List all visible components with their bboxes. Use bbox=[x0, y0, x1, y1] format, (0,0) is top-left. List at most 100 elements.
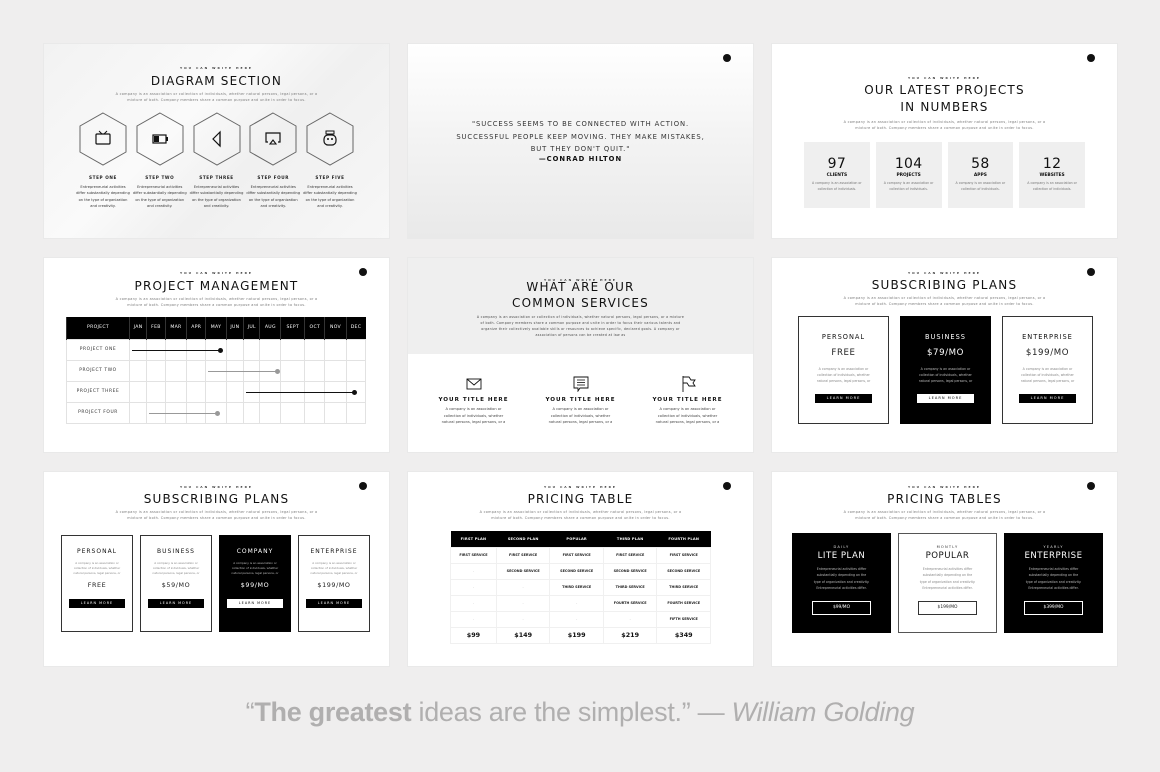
learn-more-button[interactable]: LEARN MORE bbox=[1019, 394, 1076, 403]
learn-more-button[interactable]: LEARN MORE bbox=[815, 394, 872, 403]
slide-subscribing-plans-3[interactable]: YOU CAN WRITE HERE SUBSCRIBING PLANS A c… bbox=[772, 258, 1117, 452]
gantt-cell bbox=[324, 359, 347, 382]
stat-desc: A company is an association or collectio… bbox=[955, 181, 1006, 191]
plan-row: PERSONAL A company is an association or … bbox=[61, 535, 370, 632]
pricing-price: $199 bbox=[549, 626, 604, 644]
gantt-cell bbox=[280, 359, 306, 382]
step-item: STEP FOUR Entrepreneurial activities dif… bbox=[246, 112, 301, 210]
plan-price: FREE bbox=[87, 581, 107, 590]
plan-price: FREE bbox=[831, 348, 856, 358]
slide-kicker: YOU CAN WRITE HERE bbox=[544, 485, 617, 489]
gantt-cell bbox=[128, 359, 148, 382]
plan-card-enterprise: ENTERPRISE A company is an association o… bbox=[298, 535, 370, 632]
pricing-cell: FIFTH SERVICE bbox=[656, 610, 711, 628]
slide-logo-dot bbox=[1087, 482, 1095, 490]
stat-label: APPS bbox=[973, 173, 987, 178]
gantt-cell bbox=[304, 401, 326, 424]
pricing-column-header: POPULAR bbox=[549, 531, 604, 547]
slide-title: SUBSCRIBING PLANS bbox=[871, 278, 1018, 292]
gantt-cell bbox=[259, 338, 282, 361]
gantt-cell bbox=[243, 359, 261, 382]
pricing-cell: THIRD SERVICE bbox=[656, 578, 711, 596]
pricing-cell: - bbox=[450, 562, 497, 580]
gantt-cell bbox=[146, 380, 166, 403]
step-item: STEP TWO Entrepreneurial activities diff… bbox=[133, 112, 187, 210]
slide-blurb: A company is an association or collectio… bbox=[115, 297, 318, 307]
slide-blurb: A company is an association or collectio… bbox=[115, 92, 318, 102]
gantt-row: PROJECT TWO bbox=[66, 359, 366, 382]
flag-icon bbox=[682, 376, 696, 392]
learn-more-button[interactable]: LEARN MORE bbox=[917, 394, 974, 403]
plan-name: PERSONAL bbox=[76, 548, 118, 555]
gantt-cell bbox=[345, 338, 366, 361]
slide-title-line2: IN NUMBERS bbox=[900, 100, 989, 114]
gantt-month-header: NOV bbox=[324, 317, 346, 339]
stat-label: PROJECTS bbox=[896, 173, 921, 178]
robot-icon bbox=[323, 130, 337, 146]
slide-common-services[interactable]: YOU CAN WRITE HERE WHAT ARE OUR COMMON S… bbox=[408, 258, 753, 452]
plan-card-enterprise: YEARLY ENTERPRISE Entrepreneurial activi… bbox=[1004, 533, 1103, 633]
service-desc: A company is an association or collectio… bbox=[441, 407, 506, 424]
gantt-month-header: JUL bbox=[243, 317, 260, 339]
slide-latest-projects[interactable]: YOU CAN WRITE HERE OUR LATEST PROJECTS I… bbox=[772, 44, 1117, 238]
slide-quote[interactable]: "SUCCESS SEEMS TO BE CONNECTED WITH ACTI… bbox=[408, 44, 753, 238]
plan-name: PERSONAL bbox=[821, 333, 866, 341]
learn-more-button[interactable]: LEARN MORE bbox=[69, 599, 125, 609]
service-title: YOUR TITLE HERE bbox=[438, 397, 509, 403]
pricing-price: $149 bbox=[495, 626, 551, 644]
slide-diagram-section[interactable]: YOU CAN WRITE HERE DIAGRAM SECTION A com… bbox=[44, 44, 389, 238]
pricing-cell: - bbox=[450, 578, 497, 596]
plan-price-button[interactable]: $99/MO bbox=[812, 600, 871, 615]
gantt-month-header: SEPT bbox=[280, 317, 305, 339]
step-desc: Entrepreneurial activities differ substa… bbox=[246, 185, 301, 209]
gantt-cell bbox=[225, 359, 245, 382]
plan-desc: A company is an association or collectio… bbox=[152, 561, 200, 575]
pricing-cell: FIRST SERVICE bbox=[602, 546, 658, 564]
plan-name: POPULAR bbox=[925, 551, 970, 561]
learn-more-button[interactable]: LEARN MORE bbox=[148, 599, 204, 609]
stat-label: WEBSITES bbox=[1039, 173, 1065, 178]
gantt-month-header: AUG bbox=[259, 317, 281, 339]
stat-label: CLIENTS bbox=[826, 173, 848, 178]
plan-price: $79/MO bbox=[926, 348, 965, 358]
hexagon-shape bbox=[249, 112, 297, 166]
pricing-table: FIRST PLAN SECOND PLAN POPULAR THIRD PLAN FO… bbox=[450, 531, 711, 644]
service-title: YOUR TITLE HERE bbox=[652, 397, 723, 403]
stat-card: 104 PROJECTS A company is an association… bbox=[875, 142, 942, 208]
plan-desc: A company is an association or collectio… bbox=[73, 561, 121, 575]
slide-title: PRICING TABLE bbox=[527, 492, 634, 506]
plan-price-button[interactable]: $399/MO bbox=[1024, 600, 1083, 615]
stat-desc: A company is an association or collectio… bbox=[883, 181, 934, 191]
gantt-cell bbox=[186, 380, 207, 403]
pricing-cell: - bbox=[495, 610, 551, 628]
gantt-month-header: JAN bbox=[128, 317, 147, 339]
plan-card-enterprise: ENTERPRISE $199/MO A company is an assoc… bbox=[1002, 316, 1093, 424]
pricing-row: FIRST SERVICE FIRST SERVICE FIRST SERVICE F… bbox=[450, 546, 711, 564]
learn-more-button[interactable]: LEARN MORE bbox=[306, 599, 362, 609]
plan-card-business: BUSINESS $79/MO A company is an associat… bbox=[900, 316, 991, 424]
plan-period: YEARLY bbox=[1043, 545, 1064, 549]
gantt-cell bbox=[345, 401, 366, 424]
stat-value: 104 bbox=[894, 156, 923, 172]
slide-pricing-tables[interactable]: YOU CAN WRITE HERE PRICING TABLES A comp… bbox=[772, 472, 1117, 666]
service-title: YOUR TITLE HERE bbox=[545, 397, 616, 403]
gantt-cell bbox=[164, 401, 188, 424]
quote-text: "SUCCESS SEEMS TO BE CONNECTED WITH ACTI… bbox=[456, 120, 705, 154]
plan-price-button[interactable]: $199/MO bbox=[918, 600, 977, 615]
pricing-cell: SECOND SERVICE bbox=[656, 562, 711, 580]
gantt-header-row: PROJECT JAN FEB MAR APR MAY JUN JUL AUG SEPT OCT N… bbox=[66, 317, 366, 339]
gantt-cell bbox=[324, 401, 347, 424]
plan-name: LITE PLAN bbox=[817, 551, 866, 561]
slide-subscribing-plans-4[interactable]: YOU CAN WRITE HERE SUBSCRIBING PLANS A c… bbox=[44, 472, 389, 666]
learn-more-button[interactable]: LEARN MORE bbox=[227, 599, 283, 609]
pricing-row: - - - FOURTH SERVICE FOURTH SERVICE bbox=[450, 594, 711, 612]
pricing-cell: THIRD SERVICE bbox=[602, 578, 658, 596]
slide-pricing-table[interactable]: YOU CAN WRITE HERE PRICING TABLE A compa… bbox=[408, 472, 753, 666]
gantt-cell bbox=[205, 359, 280, 382]
tv-icon bbox=[95, 130, 111, 145]
slide-title-line1: WHAT ARE OUR bbox=[526, 280, 635, 294]
services-header-band: YOU CAN WRITE HERE WHAT ARE OUR COMMON S… bbox=[408, 258, 753, 354]
project-name: PROJECT FOUR bbox=[66, 401, 130, 424]
stat-row: 97 CLIENTS A company is an association o… bbox=[772, 142, 1117, 208]
slide-project-management[interactable]: YOU CAN WRITE HERE PROJECT MANAGEMENT A … bbox=[44, 258, 389, 452]
